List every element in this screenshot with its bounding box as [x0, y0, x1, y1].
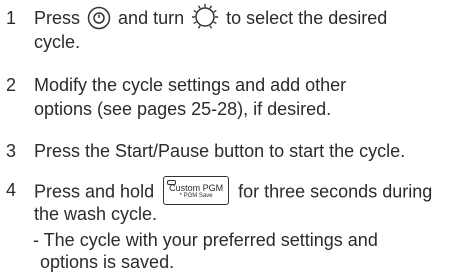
step-number: 3: [6, 141, 17, 161]
step-number: 1: [6, 8, 17, 28]
custom-pgm-label: Custom PGM: [169, 183, 224, 193]
step-text-line: options (see pages 25-28), if desired.: [34, 99, 332, 119]
step-number: 2: [6, 75, 17, 95]
step-text-part: Press and hold: [34, 181, 155, 202]
custom-pgm-button-icon: Custom PGM * PGM Save: [163, 176, 230, 205]
step-number: 4: [6, 180, 17, 200]
result-note-line: options is saved.: [40, 252, 175, 272]
step-text-line: cycle.: [34, 32, 81, 52]
pgm-save-label: * PGM Save: [179, 193, 213, 199]
step-text-part: Press: [34, 8, 81, 28]
power-button-icon: [87, 6, 111, 29]
step-text-part: and turn: [118, 8, 185, 28]
step-text: Press and turn to select the desired: [34, 4, 388, 31]
step-text-line: Press the Start/Pause button to start th…: [34, 141, 406, 161]
cycle-dial-icon: [191, 4, 219, 29]
step-text-line: the wash cycle.: [34, 204, 158, 224]
step-text-line: Modify the cycle settings and add other: [34, 75, 347, 95]
step-text-part: to select the desired: [226, 8, 388, 28]
step-text-part: for three seconds during: [238, 181, 433, 202]
result-note-line: - The cycle with your preferred settings…: [33, 230, 378, 250]
